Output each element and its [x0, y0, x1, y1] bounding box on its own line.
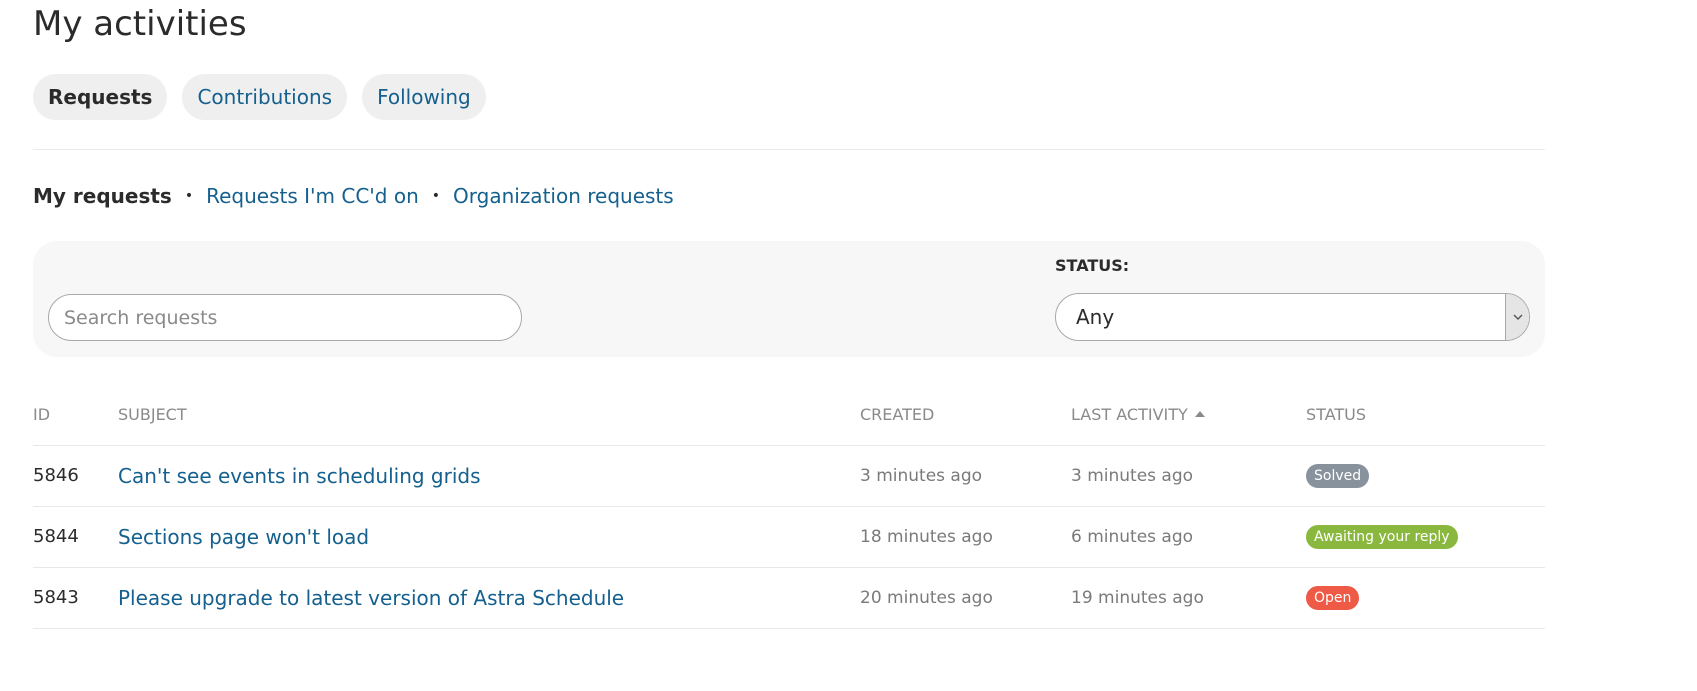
page-title: My activities	[33, 4, 247, 44]
requests-table: ID SUBJECT CREATED LAST ACTIVITY STATUS …	[33, 384, 1545, 629]
request-filter-nav: My requests • Requests I'm CC'd on • Org…	[33, 181, 674, 211]
status-badge: Solved	[1306, 463, 1370, 488]
request-id: 5846	[33, 445, 118, 507]
subnav-cc-requests[interactable]: Requests I'm CC'd on	[206, 181, 419, 211]
status-select[interactable]: Any	[1055, 293, 1530, 341]
sort-ascending-icon	[1194, 410, 1205, 417]
filter-panel: STATUS: Any	[33, 241, 1545, 357]
tab-requests[interactable]: Requests	[33, 74, 168, 120]
status-filter-label: STATUS:	[1055, 256, 1130, 275]
header-created[interactable]: CREATED	[860, 384, 1071, 446]
request-subject-link[interactable]: Please upgrade to latest version of Astr…	[118, 586, 624, 610]
status-badge: Awaiting your reply	[1306, 524, 1458, 549]
table-row: 5846 Can't see events in scheduling grid…	[33, 445, 1545, 507]
request-created: 18 minutes ago	[860, 506, 1071, 568]
request-created: 20 minutes ago	[860, 567, 1071, 629]
page: My activities Requests Contributions Fol…	[0, 0, 1697, 691]
request-subject-link[interactable]: Can't see events in scheduling grids	[118, 464, 481, 488]
request-last-activity: 6 minutes ago	[1071, 506, 1306, 568]
header-last-activity[interactable]: LAST ACTIVITY	[1071, 384, 1306, 446]
tab-contributions[interactable]: Contributions	[182, 74, 348, 120]
subnav-my-requests: My requests	[33, 184, 172, 208]
request-created: 3 minutes ago	[860, 445, 1071, 507]
header-last-activity-label: LAST ACTIVITY	[1071, 404, 1188, 424]
chevron-down-icon[interactable]	[1505, 294, 1529, 340]
request-last-activity: 3 minutes ago	[1071, 445, 1306, 507]
request-subject-link[interactable]: Sections page won't load	[118, 525, 369, 549]
request-last-activity: 19 minutes ago	[1071, 567, 1306, 629]
table-row: 5844 Sections page won't load 18 minutes…	[33, 506, 1545, 568]
header-id[interactable]: ID	[33, 384, 118, 446]
header-subject[interactable]: SUBJECT	[118, 384, 860, 446]
table-header-row: ID SUBJECT CREATED LAST ACTIVITY STATUS	[33, 384, 1545, 446]
header-status[interactable]: STATUS	[1306, 384, 1545, 446]
subnav-organization-requests[interactable]: Organization requests	[453, 181, 674, 211]
table-row: 5843 Please upgrade to latest version of…	[33, 567, 1545, 629]
tab-following[interactable]: Following	[362, 74, 486, 120]
request-id: 5843	[33, 567, 118, 629]
status-badge: Open	[1306, 585, 1360, 610]
status-select-value: Any	[1076, 305, 1115, 329]
activity-tabs: Requests Contributions Following	[33, 74, 486, 120]
separator-dot: •	[431, 188, 441, 204]
divider	[33, 149, 1545, 150]
separator-dot: •	[184, 188, 194, 204]
request-id: 5844	[33, 506, 118, 568]
search-input[interactable]	[48, 294, 522, 341]
